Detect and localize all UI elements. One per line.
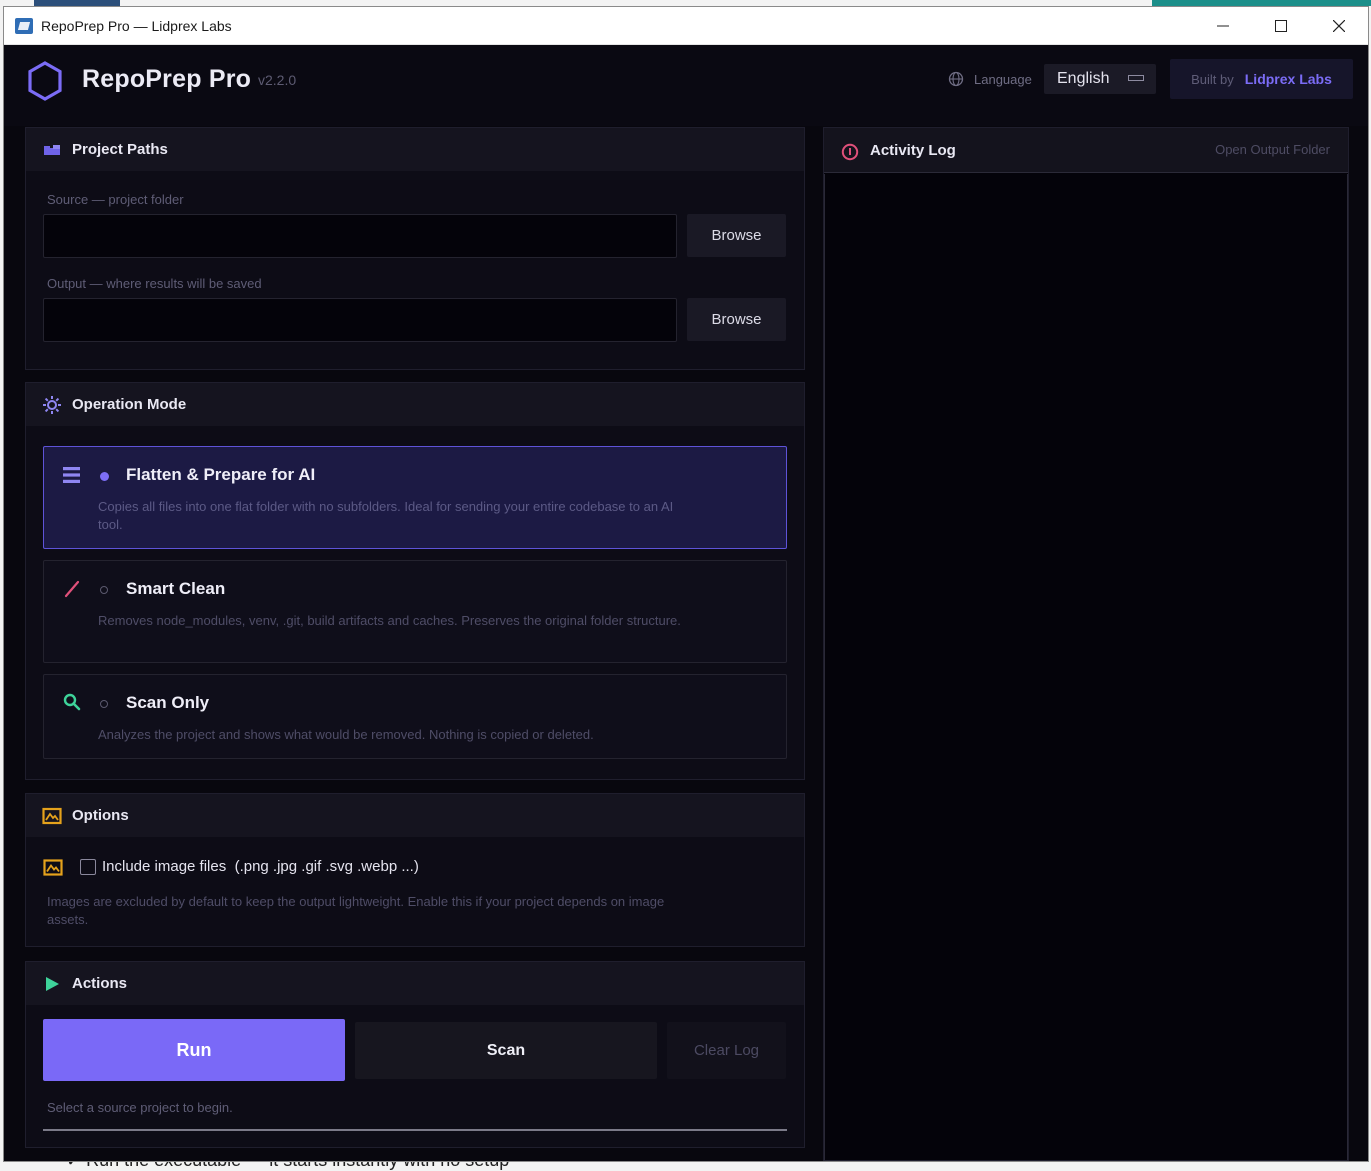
mode-title: Scan Only	[126, 693, 210, 712]
title-bar[interactable]: RepoPrep Pro — Lidprex Labs	[4, 7, 1368, 45]
close-icon	[1333, 20, 1345, 32]
minimize-button[interactable]	[1194, 7, 1252, 45]
mode-card-scan-only[interactable]: Scan Only Analyzes the project and shows…	[43, 674, 787, 759]
minimize-icon	[1217, 25, 1229, 27]
activity-log-header: Activity Log Open Output Folder	[824, 128, 1348, 173]
hexagon-logo-icon	[28, 61, 62, 101]
maximize-icon	[1275, 20, 1287, 32]
mode-card-flatten[interactable]: Flatten & Prepare for AI Copies all file…	[43, 446, 787, 549]
source-label: Source — project folder	[47, 192, 184, 207]
mode-title: Smart Clean	[126, 579, 226, 598]
language-label: Language	[974, 72, 1032, 87]
app-version: v2.2.0	[258, 72, 297, 88]
activity-log-body[interactable]	[824, 174, 1348, 1160]
close-button[interactable]	[1310, 7, 1368, 45]
output-label: Output — where results will be saved	[47, 276, 262, 291]
brush-icon	[64, 580, 80, 598]
operation-mode-header: Operation Mode	[26, 383, 804, 426]
activity-log-panel: Activity Log Open Output Folder	[823, 127, 1349, 1161]
dropdown-toggle-icon	[1128, 75, 1144, 81]
operation-mode-panel: Operation Mode Flatten & Prepare for AI …	[25, 382, 805, 780]
activity-log-title: Activity Log	[870, 142, 956, 159]
mode-radio-unselected[interactable]	[100, 700, 108, 708]
options-header: Options	[26, 794, 804, 837]
run-button[interactable]: Run	[43, 1019, 345, 1081]
globe-icon	[948, 71, 964, 87]
mode-radio-selected[interactable]	[100, 472, 109, 481]
language-select[interactable]: English	[1044, 64, 1156, 94]
app-window: RepoPrep Pro — Lidprex Labs RepoPrep Pro…	[3, 6, 1369, 1162]
source-browse-button[interactable]: Browse	[687, 214, 786, 257]
scan-button[interactable]: Scan	[355, 1022, 657, 1079]
built-by-badge[interactable]: Built by Lidprex Labs	[1170, 59, 1353, 99]
actions-title: Actions	[72, 975, 128, 992]
open-output-folder-button[interactable]: Open Output Folder	[1215, 142, 1330, 157]
mode-description: Removes node_modules, venv, .git, build …	[98, 613, 681, 628]
status-text: Select a source project to begin.	[47, 1100, 233, 1115]
magnifier-icon	[63, 693, 81, 711]
actions-panel: Actions Run Scan Clear Log Select a sour…	[25, 961, 805, 1148]
app-window-icon	[15, 17, 33, 34]
built-by-brand: Lidprex Labs	[1244, 71, 1332, 87]
include-images-description: Images are excluded by default to keep t…	[47, 894, 665, 927]
image-icon	[43, 859, 63, 876]
project-paths-title: Project Paths	[72, 141, 168, 158]
info-icon	[841, 143, 859, 161]
built-by-prefix: Built by	[1191, 71, 1234, 87]
app-header: RepoPrep Pro v2.2.0 Language English Bui…	[4, 45, 1368, 126]
actions-header: Actions	[26, 962, 804, 1005]
app-content: RepoPrep Pro v2.2.0 Language English Bui…	[4, 45, 1368, 1161]
folder-icon	[44, 145, 60, 155]
mode-radio-unselected[interactable]	[100, 586, 108, 594]
list-icon	[63, 467, 80, 483]
output-path-input[interactable]	[43, 298, 677, 342]
mode-description: Copies all files into one flat folder wi…	[98, 499, 674, 532]
options-panel: Options Include image files (.png .jpg .…	[25, 793, 805, 947]
options-title: Options	[72, 807, 129, 824]
window-title: RepoPrep Pro — Lidprex Labs	[41, 17, 232, 34]
operation-mode-title: Operation Mode	[72, 396, 187, 413]
gear-icon	[43, 396, 61, 414]
language-value: English	[1057, 70, 1110, 87]
maximize-button[interactable]	[1252, 7, 1310, 45]
mode-card-smart-clean[interactable]: Smart Clean Removes node_modules, venv, …	[43, 560, 787, 663]
include-images-label[interactable]: Include image files (.png .jpg .gif .svg…	[102, 858, 419, 875]
project-paths-panel: Project Paths Source — project folder Br…	[25, 127, 805, 370]
window-controls	[1194, 7, 1368, 45]
output-browse-button[interactable]: Browse	[687, 298, 786, 341]
app-name: RepoPrep Pro	[82, 65, 252, 93]
include-images-extensions: (.png .jpg .gif .svg .webp ...)	[234, 858, 419, 875]
include-images-checkbox[interactable]	[80, 859, 96, 875]
mode-description: Analyzes the project and shows what woul…	[98, 727, 594, 742]
clear-log-button[interactable]: Clear Log	[667, 1022, 786, 1079]
include-images-text: Include image files	[102, 858, 227, 875]
source-path-input[interactable]	[43, 214, 677, 258]
mode-title: Flatten & Prepare for AI	[126, 465, 316, 484]
play-icon	[46, 977, 59, 991]
image-icon	[42, 807, 62, 825]
project-paths-header: Project Paths	[26, 128, 804, 171]
progress-bar	[43, 1129, 787, 1131]
